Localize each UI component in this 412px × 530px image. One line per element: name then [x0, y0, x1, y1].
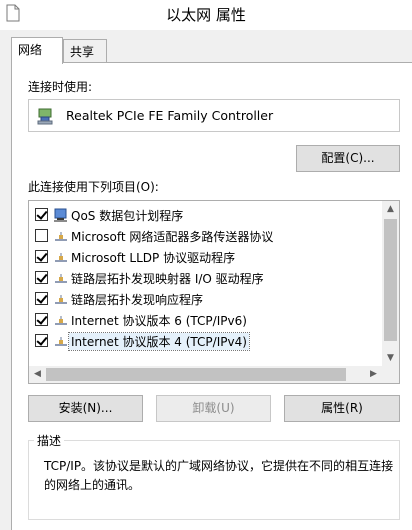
checkbox[interactable]	[35, 292, 48, 305]
properties-button[interactable]: 属性(R)	[284, 395, 400, 422]
item-label: QoS 数据包计划程序	[71, 209, 184, 223]
checkbox[interactable]	[35, 313, 48, 326]
scroll-corner	[382, 366, 399, 383]
uninstall-button[interactable]: 卸载(U)	[156, 395, 271, 422]
item-label: 链路层拓扑发现响应程序	[71, 293, 204, 307]
item-label: Internet 协议版本 6 (TCP/IPv6)	[71, 314, 247, 328]
item-label: Internet 协议版本 4 (TCP/IPv4)	[68, 332, 250, 351]
horizontal-scrollbar[interactable]: ◀ ▶	[29, 366, 399, 383]
qos-icon	[54, 208, 67, 222]
horizontal-scroll-thumb[interactable]	[46, 368, 346, 381]
network-adapter-icon	[37, 108, 53, 125]
vertical-scroll-thumb[interactable]	[384, 219, 397, 341]
vertical-scrollbar[interactable]: ▲ ▼	[382, 201, 399, 367]
scroll-up-icon[interactable]: ▲	[382, 201, 399, 218]
list-item[interactable]: Internet 协议版本 6 (TCP/IPv6)	[29, 309, 383, 330]
protocol-icon	[55, 274, 67, 283]
tab-share[interactable]: 共享	[63, 39, 107, 63]
tab-network[interactable]: 网络	[11, 37, 63, 64]
list-item[interactable]: Microsoft LLDP 协议驱动程序	[29, 246, 383, 267]
item-label: Microsoft LLDP 协议驱动程序	[71, 251, 236, 265]
protocol-icon	[55, 337, 67, 346]
scroll-right-icon[interactable]: ▶	[365, 366, 382, 383]
configure-button[interactable]: 配置(C)...	[296, 145, 400, 172]
protocol-icon	[55, 232, 67, 241]
adapter-box: Realtek PCIe FE Family Controller	[28, 99, 400, 132]
list-item-selected[interactable]: Internet 协议版本 4 (TCP/IPv4)	[29, 330, 383, 351]
checkbox[interactable]	[35, 271, 48, 284]
protocol-icon	[55, 253, 67, 262]
list-item[interactable]: 链路层拓扑发现映射器 I/O 驱动程序	[29, 267, 383, 288]
description-text: TCP/IP。该协议是默认的广域网络协议，它提供在不同的相互连接的网络上的通讯。	[44, 459, 394, 492]
window-title: 以太网 属性	[166, 6, 246, 24]
item-label: 链路层拓扑发现映射器 I/O 驱动程序	[71, 272, 264, 286]
list-item[interactable]: 链路层拓扑发现响应程序	[29, 288, 383, 309]
components-list[interactable]: QoS 数据包计划程序 Microsoft 网络适配器多路传送器协议 Micro…	[28, 200, 400, 384]
item-label: Microsoft 网络适配器多路传送器协议	[71, 230, 274, 244]
scroll-down-icon[interactable]: ▼	[382, 350, 399, 367]
items-label: 此连接使用下列项目(O):	[28, 180, 159, 194]
checkbox[interactable]	[35, 334, 48, 347]
checkbox[interactable]	[35, 208, 48, 221]
adapter-name: Realtek PCIe FE Family Controller	[66, 108, 274, 123]
checkbox[interactable]	[35, 250, 48, 263]
protocol-icon	[55, 295, 67, 304]
list-item[interactable]: QoS 数据包计划程序	[29, 204, 383, 225]
title-bar: 以太网 属性	[0, 0, 412, 30]
description-title: 描述	[34, 432, 65, 449]
install-button[interactable]: 安装(N)...	[28, 395, 143, 422]
list-item[interactable]: Microsoft 网络适配器多路传送器协议	[29, 225, 383, 246]
protocol-icon	[55, 316, 67, 325]
checkbox[interactable]	[35, 229, 48, 242]
connect-using-label: 连接时使用:	[28, 80, 93, 94]
scroll-left-icon[interactable]: ◀	[29, 366, 46, 383]
